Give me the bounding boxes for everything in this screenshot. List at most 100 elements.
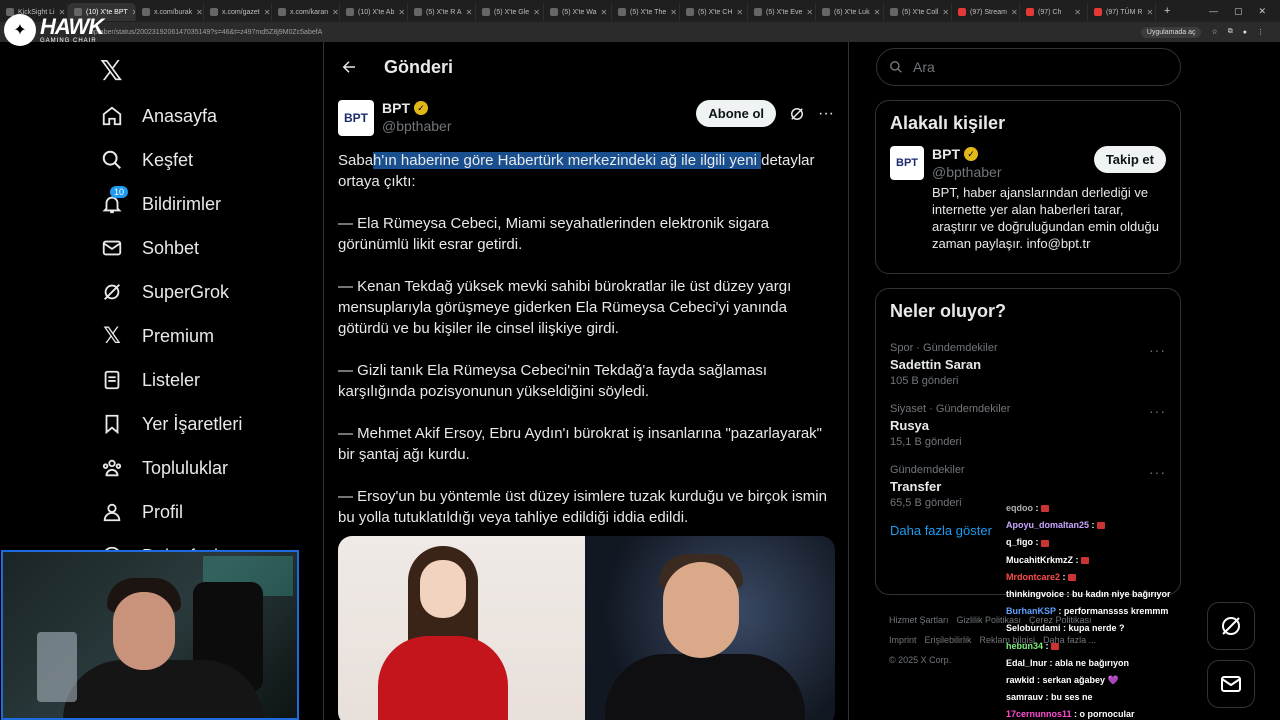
tab-label: (97) Stream — [970, 8, 1007, 16]
browser-tab[interactable]: (5) X'te The ✕ — [612, 3, 680, 21]
more-options-icon[interactable]: ··· — [818, 105, 834, 123]
sidebar-item-label: Anasayfa — [142, 105, 218, 126]
grok-fab-button[interactable] — [1207, 602, 1255, 650]
trend-more-icon[interactable]: ··· — [1149, 403, 1166, 419]
related-bio: BPT, haber ajanslarından derlediği ve in… — [932, 185, 1159, 251]
back-arrow-icon[interactable] — [340, 58, 358, 76]
footer-link[interactable]: Hizmet Şartları — [889, 615, 949, 625]
chat-username: rawkid — [1006, 675, 1035, 686]
sidebar-item-anasayfa[interactable]: Anasayfa — [100, 94, 242, 138]
browser-tab[interactable]: (10) X'te Ab ✕ — [340, 3, 408, 21]
tab-close-icon[interactable]: ✕ — [332, 8, 339, 17]
browser-tab[interactable]: (97) TÜM R ✕ — [1088, 3, 1156, 21]
browser-tab[interactable]: (97) Ch ✕ — [1020, 3, 1088, 21]
sidebar-item-sohbet[interactable]: Sohbet — [100, 226, 242, 270]
post-intro-highlight: h'ın haberine göre Habertürk merkezindek… — [373, 152, 762, 169]
sidebar-item-profil[interactable]: Profil — [100, 490, 242, 534]
chat-username: Seloburdami — [1006, 623, 1061, 634]
menu-icon[interactable]: ⋮ — [1257, 28, 1264, 36]
related-avatar[interactable]: BPT — [890, 146, 924, 180]
sidebar-item-label: Listeler — [142, 369, 201, 390]
sidebar-item-keşfet[interactable]: Keşfet — [100, 138, 242, 182]
chat-text: : abla ne bağırıyon — [1049, 657, 1130, 668]
tab-close-icon[interactable]: ✕ — [196, 8, 203, 17]
chat-text: : bu ses ne — [1045, 692, 1093, 703]
profile-avatar-icon[interactable]: ● — [1243, 29, 1247, 36]
sidebar-item-bildirimler[interactable]: 10 Bildirimler — [100, 182, 242, 226]
tab-close-icon[interactable]: ✕ — [533, 8, 540, 17]
sidebar-item-label: Bildirimler — [142, 193, 222, 214]
sidebar-item-supergrok[interactable]: SuperGrok — [100, 270, 242, 314]
author-avatar[interactable]: BPT — [338, 100, 374, 136]
sidebar-item-premium[interactable]: 𝕏 Premium — [100, 314, 242, 358]
glass-image — [37, 632, 77, 702]
author-name[interactable]: BPT — [382, 100, 410, 116]
tab-close-icon[interactable]: ✕ — [1146, 8, 1153, 17]
minimize-icon[interactable]: — — [1209, 6, 1218, 17]
sidebar-item-topluluklar[interactable]: Topluluklar — [100, 446, 242, 490]
tab-favicon-icon — [550, 8, 558, 16]
tab-label: x.com/karan — [290, 8, 329, 16]
browser-tab[interactable]: x.com/burak ✕ — [136, 3, 204, 21]
url-text[interactable]: bptaber/status/2002319206147035149?s=46&… — [90, 29, 322, 36]
messages-fab-button[interactable] — [1207, 660, 1255, 708]
grok-icon[interactable] — [788, 105, 806, 123]
tab-close-icon[interactable]: ✕ — [264, 8, 271, 17]
trend-item[interactable]: Spor · Gündemdekiler Sadettin Saran 105 B … — [876, 334, 1180, 395]
sidebar-item-listeler[interactable]: Listeler — [100, 358, 242, 402]
browser-tab[interactable]: (6) X'te Luk ✕ — [816, 3, 884, 21]
extensions-icon[interactable]: ⧉ — [1228, 28, 1233, 36]
trend-post-count: 15,1 B gönderi — [890, 436, 962, 448]
post-media[interactable] — [338, 536, 835, 720]
follow-button[interactable]: Takip et — [1093, 146, 1166, 173]
browser-tab[interactable]: x.com/karan ✕ — [272, 3, 340, 21]
browser-tab[interactable]: (5) X'te Gle ✕ — [476, 3, 544, 21]
new-tab-icon[interactable]: + — [1156, 5, 1178, 17]
media-image-right[interactable] — [585, 536, 835, 720]
tab-close-icon[interactable]: ✕ — [942, 8, 949, 17]
tab-close-icon[interactable]: ✕ — [601, 8, 608, 17]
related-name[interactable]: BPT — [932, 146, 960, 162]
tab-label: x.com/burak — [154, 8, 193, 16]
sidebar-item-label: Sohbet — [142, 237, 200, 258]
search-input[interactable]: Ara — [876, 48, 1181, 86]
trend-more-icon[interactable]: ··· — [1149, 342, 1166, 358]
tab-close-icon[interactable]: ✕ — [1074, 8, 1081, 17]
browser-tab[interactable]: (5) X'te Eve ✕ — [748, 3, 816, 21]
sidebar-nav: Anasayfa Keşfet 10 Bildirimler Sohbet SuperGr… — [100, 94, 242, 578]
chat-text: : — [1045, 640, 1049, 651]
browser-tab[interactable]: (5) X'te Wa ✕ — [544, 3, 612, 21]
x-logo-icon[interactable]: 𝕏 — [100, 54, 123, 87]
trend-more-icon[interactable]: ··· — [1149, 464, 1166, 480]
tab-close-icon[interactable]: ✕ — [398, 8, 405, 17]
sidebar-item-yer-i-şaretleri[interactable]: Yer İşaretleri — [100, 402, 242, 446]
media-image-left[interactable] — [338, 536, 585, 720]
tab-close-icon[interactable]: ✕ — [670, 8, 677, 17]
chat-text: : performanssss kremmm — [1058, 606, 1169, 617]
chat-text: : — [1035, 503, 1039, 513]
verified-badge-icon: ✓ — [414, 101, 428, 115]
tab-close-icon[interactable]: ✕ — [736, 8, 743, 17]
tab-close-icon[interactable]: ✕ — [874, 8, 881, 17]
open-in-app-button[interactable]: Uygulamada aç — [1140, 26, 1202, 38]
hawk-sub-text: GAMING CHAIR — [40, 38, 97, 44]
browser-tab[interactable]: (97) Stream ✕ — [952, 3, 1020, 21]
close-window-icon[interactable]: ✕ — [1258, 6, 1266, 17]
author-handle[interactable]: @bpthaber — [382, 118, 451, 134]
browser-tab[interactable]: (5) X'te CH ✕ — [680, 3, 748, 21]
tab-close-icon[interactable]: ✕ — [1011, 8, 1018, 17]
tab-close-icon[interactable]: ✕ — [806, 8, 813, 17]
footer-link[interactable]: Erişilebilirlik — [925, 635, 972, 645]
chat-username: samrauv — [1006, 692, 1044, 703]
related-handle[interactable]: @bpthaber — [932, 164, 1001, 180]
tab-close-icon[interactable]: ✕ — [466, 8, 473, 17]
browser-tab[interactable]: x.com/gazet ✕ — [204, 3, 272, 21]
maximize-icon[interactable]: ▢ — [1234, 6, 1243, 17]
subscribe-button[interactable]: Abone ol — [696, 100, 777, 127]
browser-tab[interactable]: (5) X'te Coll ✕ — [884, 3, 952, 21]
tab-label: (5) X'te Coll — [902, 8, 939, 16]
star-icon[interactable]: ☆ — [1211, 28, 1217, 36]
trend-item[interactable]: Siyaset · Gündemdekiler Rusya 15,1 B gönde… — [876, 395, 1180, 456]
footer-link[interactable]: Imprint — [889, 635, 917, 645]
browser-tab[interactable]: (5) X'te R A ✕ — [408, 3, 476, 21]
